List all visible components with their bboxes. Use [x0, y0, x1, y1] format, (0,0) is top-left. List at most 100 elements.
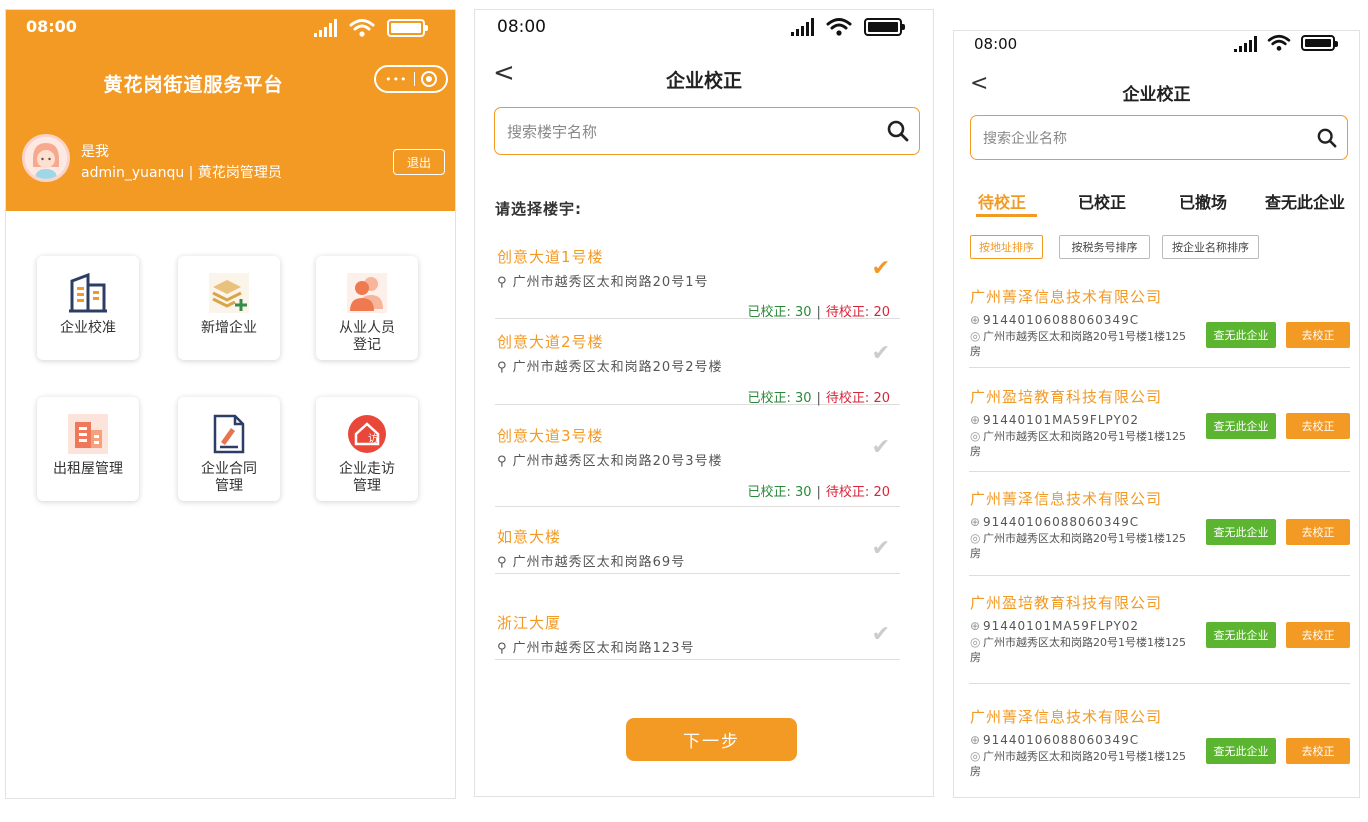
checkmark-icon: ✔	[871, 435, 890, 460]
not-found-button[interactable]: 查无此企业	[1206, 622, 1276, 648]
enterprise-item[interactable]: 广州盈培教育科技有限公司 ⊕ 91440101MA59FLPY02 ◎ 广州市越秀区…	[969, 386, 1350, 472]
building-item[interactable]: 创意大道1号楼 ⚲ 广州市越秀区太和岗路20号1号 ✔ 已校正: 30 | 待校正:…	[495, 246, 900, 320]
enterprise-name: 广州菁泽信息技术有限公司	[970, 490, 1163, 508]
building-name: 创意大道2号楼	[497, 333, 604, 351]
building-item[interactable]: 浙江大厦 ⚲ 广州市越秀区太和岗路123号 ✔	[495, 612, 900, 660]
enterprise-name: 广州盈培教育科技有限公司	[970, 388, 1163, 406]
tab-not-found[interactable]: 查无此企业	[1265, 189, 1345, 213]
search-icon[interactable]	[887, 120, 909, 142]
more-icon[interactable]: •••	[385, 73, 407, 86]
enterprise-address: ◎ 广州市越秀区太和岗路20号1号楼1楼125房	[970, 635, 1186, 664]
tax-code: ⊕ 91440106088060349C	[970, 313, 1140, 327]
building-address: ⚲ 广州市越秀区太和岗路20号2号楼	[497, 360, 723, 375]
tile-rental-management[interactable]: 出租屋管理	[37, 397, 139, 501]
tab-corrected[interactable]: 已校正	[1078, 189, 1126, 213]
correct-button[interactable]: 去校正	[1286, 519, 1350, 545]
globe-icon: ⊕	[970, 313, 982, 327]
search-input[interactable]: 搜索楼宇名称	[494, 107, 920, 155]
battery-icon	[864, 18, 905, 36]
status-bar: 08:00	[475, 10, 933, 44]
select-prompt: 请选择楼宇:	[495, 200, 582, 218]
not-found-button[interactable]: 查无此企业	[1206, 322, 1276, 348]
not-found-button[interactable]: 查无此企业	[1206, 519, 1276, 545]
logout-button[interactable]: 退出	[393, 149, 445, 175]
wifi-icon	[826, 18, 852, 36]
add-layers-icon	[202, 268, 256, 318]
tile-contract-management[interactable]: 企业合同 管理	[178, 397, 280, 501]
wifi-icon	[1267, 34, 1291, 51]
enterprise-name: 广州盈培教育科技有限公司	[970, 594, 1163, 612]
battery-icon	[1301, 35, 1338, 51]
page-title: 企业校正	[1122, 85, 1191, 105]
search-input[interactable]: 搜索企业名称	[970, 115, 1348, 160]
enterprise-item[interactable]: 广州菁泽信息技术有限公司 ⊕ 91440106088060349C ◎ 广州市越秀区…	[969, 286, 1350, 368]
visit-icon: 访	[340, 409, 394, 459]
status-bar: 08:00	[6, 10, 455, 44]
status-tabs: 待校正 已校正 已撤场 查无此企业	[972, 189, 1357, 219]
not-found-button[interactable]: 查无此企业	[1206, 738, 1276, 764]
tab-withdrawn[interactable]: 已撤场	[1179, 189, 1227, 213]
building-address: ⚲ 广州市越秀区太和岗路20号3号楼	[497, 454, 723, 469]
tab-pending[interactable]: 待校正	[978, 189, 1026, 213]
user-role: admin_yuanqu | 黄花岗管理员	[81, 165, 282, 181]
building-name: 创意大道3号楼	[497, 427, 604, 445]
building-item[interactable]: 创意大道3号楼 ⚲ 广州市越秀区太和岗路20号3号楼 ✔ 已校正: 30 | 待校正…	[495, 425, 900, 507]
tile-enterprise-calibration[interactable]: 企业校准	[37, 256, 139, 360]
building-address: ⚲ 广州市越秀区太和岗路20号1号	[497, 275, 709, 290]
globe-icon: ⊕	[970, 515, 982, 529]
correct-button[interactable]: 去校正	[1286, 622, 1350, 648]
search-icon[interactable]	[1317, 128, 1337, 148]
enterprise-item[interactable]: 广州盈培教育科技有限公司 ⊕ 91440101MA59FLPY02 ◎ 广州市越秀区…	[969, 592, 1350, 684]
sort-by-address[interactable]: 按地址排序	[970, 235, 1043, 259]
tile-add-enterprise[interactable]: 新增企业	[178, 256, 280, 360]
sort-by-name[interactable]: 按企业名称排序	[1162, 235, 1259, 259]
tile-label: 企业校准	[60, 320, 116, 336]
checkmark-icon: ✔	[871, 536, 890, 561]
location-pin-icon: ⚲	[497, 641, 513, 656]
signal-icon	[1234, 34, 1257, 52]
globe-icon: ⊕	[970, 733, 982, 747]
not-found-button[interactable]: 查无此企业	[1206, 413, 1276, 439]
next-button[interactable]: 下一步	[626, 718, 797, 761]
enterprise-name: 广州菁泽信息技术有限公司	[970, 708, 1163, 726]
correct-button[interactable]: 去校正	[1286, 738, 1350, 764]
correct-button[interactable]: 去校正	[1286, 413, 1350, 439]
status-time: 08:00	[974, 35, 1018, 53]
building-name: 浙江大厦	[497, 614, 562, 632]
tile-label: 企业走访 管理	[339, 461, 395, 494]
battery-icon	[387, 19, 428, 37]
home-header: 08:00 黄花岗街道服务平台 ••• 是我 admin_yuanqu | 黄花…	[6, 10, 455, 211]
tile-visit-management[interactable]: 访 企业走访 管理	[316, 397, 418, 501]
home-screen: 08:00 黄花岗街道服务平台 ••• 是我 admin_yuanqu | 黄花…	[5, 9, 456, 799]
location-pin-icon: ◎	[970, 531, 981, 545]
building-address: ⚲ 广州市越秀区太和岗路123号	[497, 641, 695, 656]
user-name: 是我	[81, 144, 109, 160]
tax-code: ⊕ 91440106088060349C	[970, 515, 1140, 529]
contract-icon	[202, 409, 256, 459]
enterprise-item[interactable]: 广州菁泽信息技术有限公司 ⊕ 91440106088060349C ◎ 广州市越秀区…	[969, 706, 1350, 796]
sort-by-tax-number[interactable]: 按税务号排序	[1059, 235, 1150, 259]
enterprise-item[interactable]: 广州菁泽信息技术有限公司 ⊕ 91440106088060349C ◎ 广州市越秀区…	[969, 488, 1350, 576]
checkmark-icon: ✔	[871, 622, 890, 647]
enterprise-list-screen: 08:00 < 企业校正 搜索企业名称 待校正 已校正 已撤场 查无此企业 按地…	[953, 30, 1360, 798]
tile-label: 企业合同 管理	[201, 461, 257, 494]
tile-label: 新增企业	[201, 320, 257, 336]
page-title: 企业校正	[665, 70, 742, 92]
building-item[interactable]: 如意大楼 ⚲ 广州市越秀区太和岗路69号 ✔	[495, 526, 900, 574]
tax-code: ⊕ 91440101MA59FLPY02	[970, 413, 1140, 427]
correct-button[interactable]: 去校正	[1286, 322, 1350, 348]
status-time: 08:00	[497, 17, 546, 37]
status-bar: 08:00	[954, 31, 1359, 65]
tile-staff-registration[interactable]: 从业人员 登记	[316, 256, 418, 360]
building-counts: 已校正: 30 | 待校正: 20	[747, 391, 890, 406]
close-mini-program-icon[interactable]	[420, 71, 437, 87]
building-item[interactable]: 创意大道2号楼 ⚲ 广州市越秀区太和岗路20号2号楼 ✔ 已校正: 30 | 待校正…	[495, 331, 900, 406]
building-counts: 已校正: 30 | 待校正: 20	[747, 485, 890, 500]
signal-icon	[791, 18, 814, 36]
mini-program-capsule[interactable]: •••	[374, 65, 448, 93]
rental-house-icon	[61, 409, 115, 459]
location-pin-icon: ⚲	[497, 275, 513, 290]
enterprise-address: ◎ 广州市越秀区太和岗路20号1号楼1楼125房	[970, 531, 1186, 560]
location-pin-icon: ◎	[970, 329, 981, 343]
building-name: 创意大道1号楼	[497, 248, 604, 266]
